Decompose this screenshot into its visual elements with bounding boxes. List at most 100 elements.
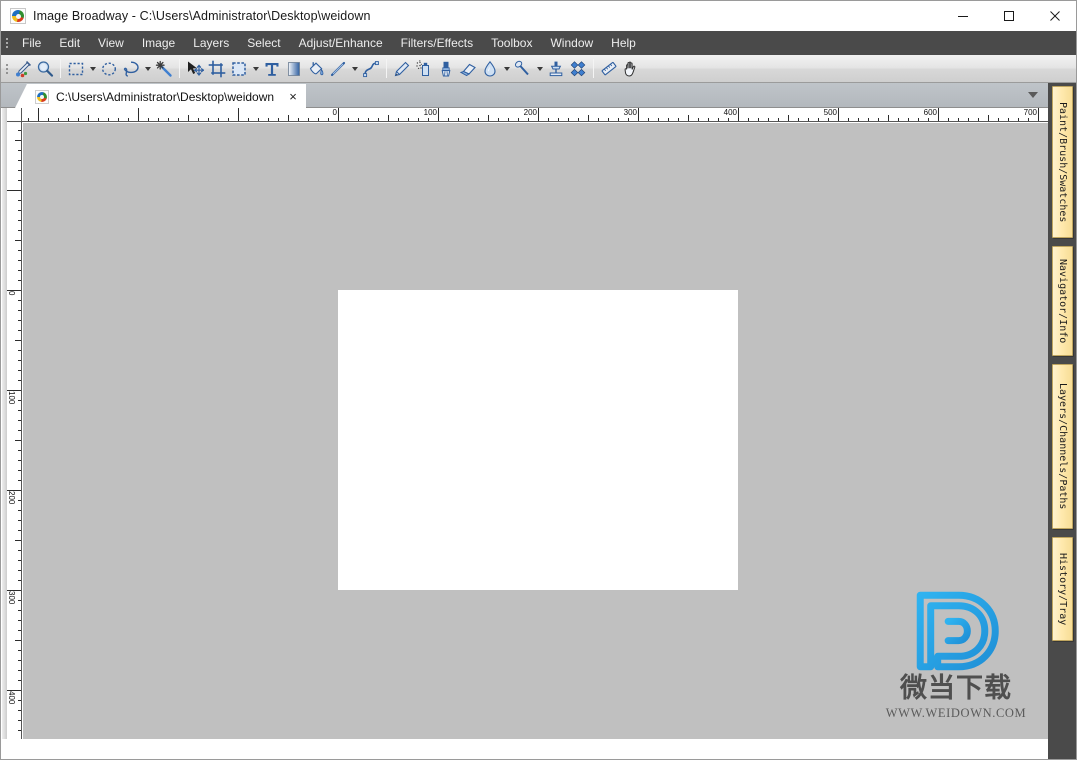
menu-view[interactable]: View (89, 33, 133, 54)
ruler-minor-tick (308, 118, 309, 121)
ruler-major-tick (738, 108, 739, 121)
window-controls (940, 1, 1076, 31)
ruler-icon[interactable] (598, 58, 620, 80)
hand-icon[interactable] (620, 58, 642, 80)
lasso-dropdown-arrow[interactable] (142, 58, 153, 80)
right-dock: Paint/Brush/Swatches Navigator/Info Laye… (1048, 83, 1076, 759)
ruler-minor-tick (18, 520, 21, 521)
ruler-label: 400 (723, 108, 737, 117)
gradient-icon[interactable] (283, 58, 305, 80)
ruler-minor-tick (128, 118, 129, 121)
ruler-major-tick (338, 108, 339, 121)
ruler-minor-tick (998, 118, 999, 121)
crop-icon[interactable] (206, 58, 228, 80)
magnifier-icon[interactable] (34, 58, 56, 80)
panel-tab-paint-brush-swatches[interactable]: Paint/Brush/Swatches (1052, 86, 1073, 238)
paint-bucket-icon[interactable] (305, 58, 327, 80)
dodge-dropdown-arrow[interactable] (534, 58, 545, 80)
close-icon[interactable]: × (286, 90, 300, 104)
dodge-icon[interactable] (512, 58, 534, 80)
menu-edit[interactable]: Edit (50, 33, 89, 54)
document-swirl-icon (35, 89, 49, 104)
vertical-ruler: 0 100 200 300 400 (7, 122, 22, 739)
waterdrop-dropdown-arrow[interactable] (501, 58, 512, 80)
dashed-square-dropdown-arrow[interactable] (250, 58, 261, 80)
panel-tab-navigator-info[interactable]: Navigator/Info (1052, 246, 1073, 356)
document-tab-weidown[interactable]: C:\Users\Administrator\Desktop\weidown × (15, 84, 307, 108)
maximize-button[interactable] (986, 1, 1032, 31)
marquee-ellipse-icon[interactable] (98, 58, 120, 80)
ruler-minor-tick (918, 118, 919, 121)
marquee-rect-icon[interactable] (65, 58, 87, 80)
pattern-tiles-icon[interactable] (567, 58, 589, 80)
ruler-minor-tick (18, 310, 21, 311)
menu-drag-grip[interactable] (1, 31, 13, 55)
ruler-minor-tick (18, 270, 21, 271)
watermark-chinese-text: 微当下载 (900, 673, 1012, 704)
ruler-minor-tick (18, 530, 21, 531)
close-button[interactable] (1032, 1, 1076, 31)
ruler-minor-tick (18, 400, 21, 401)
watermark-url-text: WWW.WEIDOWN.COM (885, 706, 1027, 720)
ruler-minor-tick (778, 118, 779, 121)
ruler-minor-tick (298, 118, 299, 121)
ruler-minor-tick (18, 670, 21, 671)
panel-tab-label: History/Tray (1057, 552, 1068, 626)
ruler-minor-tick (708, 118, 709, 121)
canvas-workspace[interactable]: 微当下载 WWW.WEIDOWN.COM (23, 123, 1048, 739)
magic-wand-icon[interactable] (153, 58, 175, 80)
ruler-minor-tick (678, 118, 679, 121)
ruler-minor-tick (18, 610, 21, 611)
ruler-minor-tick (828, 118, 829, 121)
line-dropdown-arrow[interactable] (349, 58, 360, 80)
toolbar-drag-grip[interactable] (1, 55, 12, 83)
panel-tab-label: Layers/Channels/Paths (1057, 383, 1068, 510)
menu-image[interactable]: Image (133, 33, 184, 54)
menu-help[interactable]: Help (602, 33, 645, 54)
ruler-minor-tick (798, 118, 799, 121)
move-arrow-icon[interactable] (184, 58, 206, 80)
ruler-major-tick (38, 108, 39, 121)
pencil-icon[interactable] (391, 58, 413, 80)
ruler-minor-tick (18, 210, 21, 211)
ruler-minor-tick (968, 118, 969, 121)
ruler-label: 0 (332, 108, 337, 117)
chevron-down-icon[interactable] (1028, 92, 1038, 98)
lasso-icon[interactable] (120, 58, 142, 80)
ruler-label: 100 (7, 391, 16, 405)
toolbar-separator (593, 59, 594, 78)
ruler-minor-tick (868, 118, 869, 121)
menu-layers[interactable]: Layers (184, 33, 238, 54)
dashed-square-icon[interactable] (228, 58, 250, 80)
panel-tab-label: Navigator/Info (1057, 258, 1068, 344)
clone-stamp-icon[interactable] (545, 58, 567, 80)
ruler-minor-tick (728, 118, 729, 121)
waterdrop-icon[interactable] (479, 58, 501, 80)
marquee-rect-dropdown-arrow[interactable] (87, 58, 98, 80)
curve-node-icon[interactable] (360, 58, 382, 80)
ruler-minor-tick (78, 118, 79, 121)
ruler-minor-tick (958, 118, 959, 121)
image-document[interactable] (338, 290, 738, 590)
line-icon[interactable] (327, 58, 349, 80)
ruler-minor-tick (18, 360, 21, 361)
ruler-minor-tick (18, 580, 21, 581)
ruler-minor-tick (18, 480, 21, 481)
text-t-icon[interactable] (261, 58, 283, 80)
panel-tab-history-tray[interactable]: History/Tray (1052, 537, 1073, 641)
eyedropper-icon[interactable] (12, 58, 34, 80)
menu-filters-effects[interactable]: Filters/Effects (392, 33, 482, 54)
ruler-minor-tick (408, 118, 409, 121)
minimize-button[interactable] (940, 1, 986, 31)
paintbrush-icon[interactable] (435, 58, 457, 80)
spray-can-icon[interactable] (413, 58, 435, 80)
menu-toolbox[interactable]: Toolbox (482, 33, 541, 54)
menu-select[interactable]: Select (238, 33, 289, 54)
menu-window[interactable]: Window (541, 33, 602, 54)
eraser-icon[interactable] (457, 58, 479, 80)
ruler-minor-tick (358, 118, 359, 121)
panel-tab-layers-channels-paths[interactable]: Layers/Channels/Paths (1052, 364, 1073, 529)
ruler-minor-tick (908, 118, 909, 121)
menu-adjust-enhance[interactable]: Adjust/Enhance (290, 33, 392, 54)
menu-file[interactable]: File (13, 33, 50, 54)
